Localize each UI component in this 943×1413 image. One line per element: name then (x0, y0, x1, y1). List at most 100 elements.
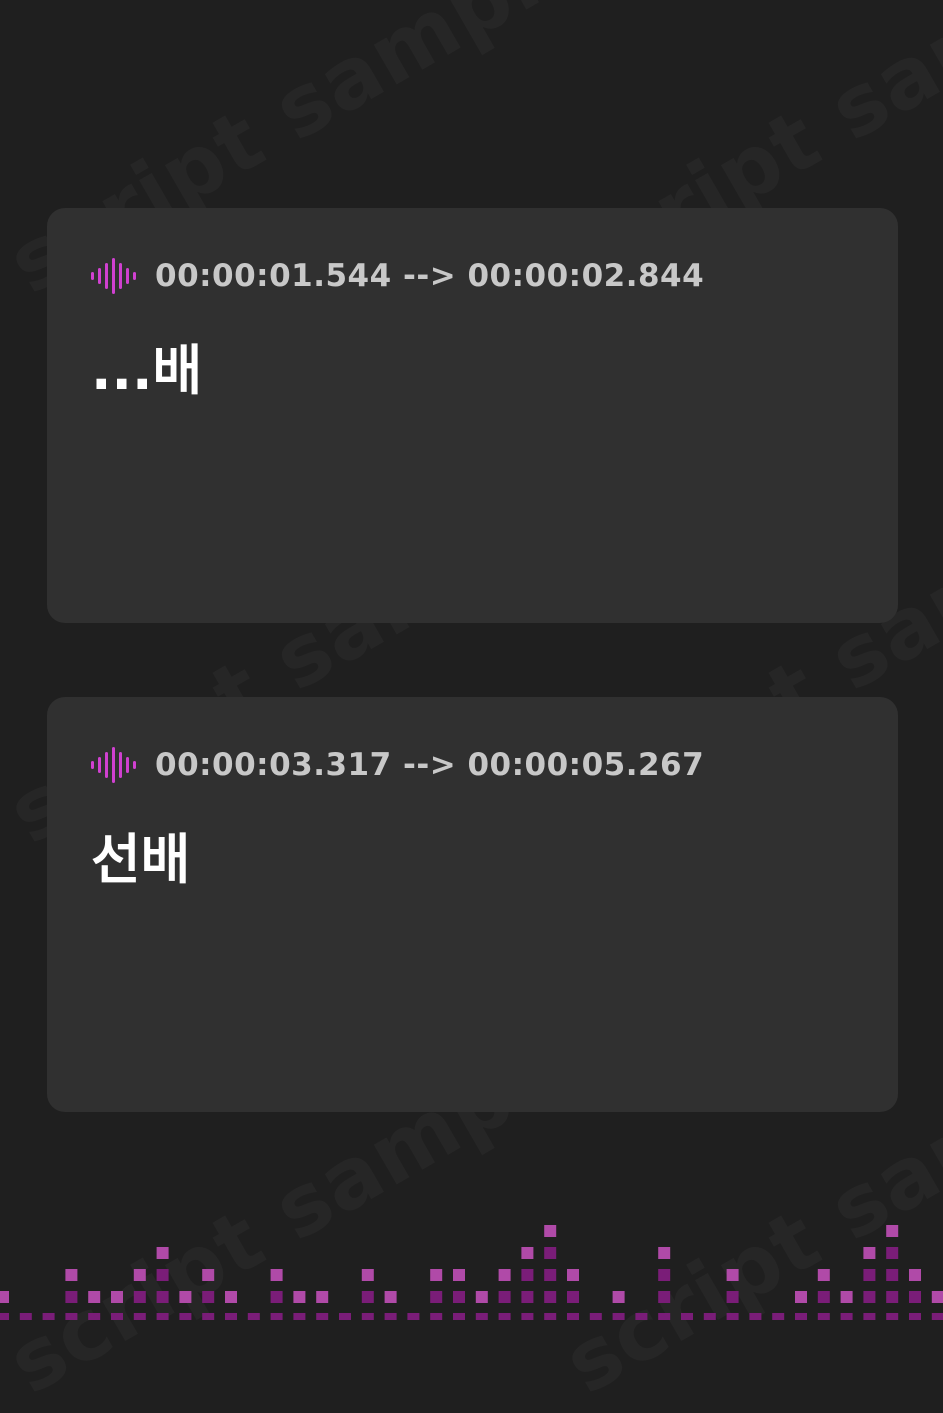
equalizer-block (498, 1291, 511, 1303)
equalizer-block (316, 1291, 329, 1303)
equalizer-block (0, 1313, 9, 1320)
equalizer-block (202, 1291, 215, 1303)
equalizer-block (475, 1291, 488, 1303)
equalizer-block (111, 1291, 123, 1303)
equalizer-block (133, 1291, 146, 1303)
audio-wave-icon (91, 258, 136, 294)
equalizer-block (65, 1291, 78, 1303)
equalizer-block (384, 1291, 397, 1303)
equalizer-block (840, 1313, 853, 1320)
equalizer-block (19, 1313, 32, 1320)
equalizer-block (498, 1313, 511, 1320)
equalizer-block (498, 1269, 511, 1281)
equalizer-block (567, 1269, 579, 1281)
equalizer-block (293, 1291, 306, 1303)
equalizer-block (863, 1269, 876, 1281)
equalizer-block (863, 1291, 876, 1303)
equalizer-block (772, 1313, 785, 1320)
equalizer-block (475, 1313, 488, 1320)
equalizer-block (726, 1313, 739, 1320)
equalizer-block (521, 1247, 534, 1259)
equalizer-block (749, 1313, 762, 1320)
equalizer-block (726, 1291, 739, 1303)
equalizer-block (726, 1269, 739, 1281)
equalizer-block (703, 1313, 716, 1320)
equalizer-block (361, 1313, 374, 1320)
equalizer-block (886, 1247, 899, 1259)
equalizer-block (339, 1313, 351, 1320)
cue-header: 00:00:01.544 --> 00:00:02.844 (89, 256, 704, 296)
cue-text: ...배 (91, 339, 203, 402)
equalizer-block (567, 1313, 579, 1320)
equalizer-block (247, 1313, 260, 1320)
cue-timecode: 00:00:01.544 --> 00:00:02.844 (155, 258, 705, 294)
equalizer-block (544, 1225, 557, 1237)
equalizer-block (361, 1291, 374, 1303)
equalizer-block (544, 1313, 557, 1320)
watermark-layer: script sample script sample script sampl… (0, 0, 943, 1413)
equalizer-block (886, 1313, 899, 1320)
equalizer-block (589, 1313, 602, 1320)
equalizer-block (430, 1269, 443, 1281)
equalizer-block (179, 1291, 192, 1303)
equalizer-block (658, 1313, 671, 1320)
equalizer-block (270, 1269, 283, 1281)
equalizer-block (658, 1269, 671, 1281)
equalizer-block (909, 1291, 921, 1303)
equalizer-block (156, 1247, 169, 1259)
equalizer-block (65, 1269, 78, 1281)
equalizer-block (544, 1247, 557, 1259)
equalizer-block (316, 1313, 329, 1320)
equalizer-block (65, 1313, 78, 1320)
equalizer-block (863, 1247, 876, 1259)
equalizer-decoration (0, 1225, 943, 1320)
equalizer-block (225, 1313, 237, 1320)
equalizer-block (795, 1313, 807, 1320)
equalizer-block (270, 1291, 283, 1303)
equalizer-block (909, 1269, 921, 1281)
subtitle-cue-card: 00:00:01.544 --> 00:00:02.844 ...배 (47, 208, 898, 623)
equalizer-block (681, 1313, 693, 1320)
cue-text: 선배 (91, 828, 191, 891)
equalizer-block (42, 1313, 55, 1320)
equalizer-block (133, 1269, 146, 1281)
equalizer-block (863, 1313, 876, 1320)
equalizer-block (361, 1269, 374, 1281)
cue-header: 00:00:03.317 --> 00:00:05.267 (89, 745, 704, 785)
equalizer-block (909, 1313, 921, 1320)
equalizer-block (567, 1291, 579, 1303)
equalizer-block (544, 1291, 557, 1303)
equalizer-block (886, 1225, 899, 1237)
equalizer-block (133, 1313, 146, 1320)
equalizer-block (840, 1291, 853, 1303)
equalizer-block (817, 1313, 830, 1320)
cue-timecode: 00:00:03.317 --> 00:00:05.267 (155, 747, 705, 783)
equalizer-block (453, 1291, 465, 1303)
equalizer-block (886, 1269, 899, 1281)
equalizer-block (658, 1247, 671, 1259)
equalizer-block (88, 1313, 101, 1320)
equalizer-block (931, 1313, 943, 1320)
equalizer-block (384, 1313, 397, 1320)
equalizer-block (430, 1313, 443, 1320)
equalizer-block (521, 1313, 534, 1320)
equalizer-block (658, 1291, 671, 1303)
equalizer-block (88, 1291, 101, 1303)
equalizer-block (156, 1313, 169, 1320)
equalizer-block (612, 1291, 625, 1303)
equalizer-block (635, 1313, 648, 1320)
equalizer-block (293, 1313, 306, 1320)
equalizer-block (521, 1291, 534, 1303)
equalizer-block (430, 1291, 443, 1303)
equalizer-block (544, 1269, 557, 1281)
equalizer-block (931, 1291, 943, 1303)
equalizer-block (817, 1291, 830, 1303)
equalizer-block (156, 1291, 169, 1303)
equalizer-block (179, 1313, 192, 1320)
equalizer-block (202, 1269, 215, 1281)
equalizer-block (817, 1269, 830, 1281)
equalizer-block (453, 1269, 465, 1281)
equalizer-block (202, 1313, 215, 1320)
subtitle-cue-card: 00:00:03.317 --> 00:00:05.267 선배 (47, 697, 898, 1112)
equalizer-block (453, 1313, 465, 1320)
